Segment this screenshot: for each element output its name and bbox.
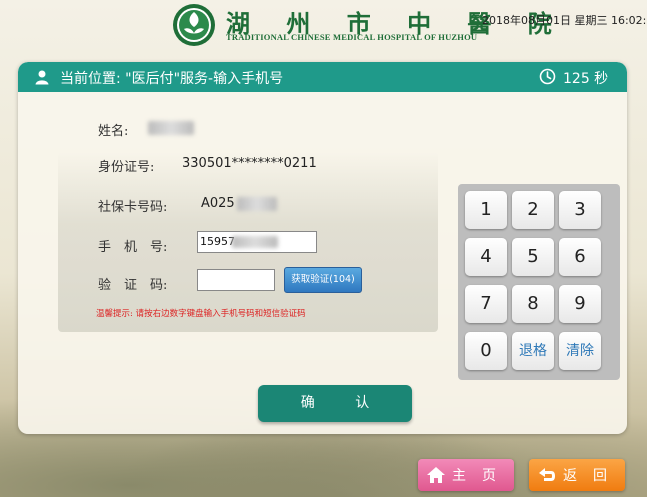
confirm-button[interactable]: 确 认 <box>258 385 412 422</box>
key-5[interactable]: 5 <box>512 238 554 276</box>
main-panel: 当前位置: "医后付"服务-输入手机号 125 秒 姓名: 身份证号: 3305… <box>18 62 627 434</box>
key-7[interactable]: 7 <box>465 285 507 323</box>
name-label: 姓名: <box>98 124 129 139</box>
clear-key[interactable]: 清除 <box>559 332 601 370</box>
key-0[interactable]: 0 <box>465 332 507 370</box>
verification-code-input[interactable] <box>197 269 275 291</box>
key-4[interactable]: 4 <box>465 238 507 276</box>
key-8[interactable]: 8 <box>512 285 554 323</box>
page-title: 当前位置: "医后付"服务-输入手机号 <box>60 71 284 87</box>
backspace-key[interactable]: 退格 <box>512 332 554 370</box>
back-button-label: 返回 <box>563 468 623 484</box>
phone-redacted <box>232 236 278 248</box>
user-icon <box>35 70 49 85</box>
social-security-label: 社保卡号码: <box>98 200 168 215</box>
home-icon <box>427 467 445 483</box>
hospital-logo-icon <box>173 4 215 46</box>
back-button[interactable]: 返回 <box>529 459 625 491</box>
clock-icon <box>539 68 556 85</box>
key-3[interactable]: 3 <box>559 191 601 229</box>
get-code-button[interactable]: 获取验证(104) <box>284 267 362 293</box>
return-arrow-icon <box>539 468 555 481</box>
datetime: 2018年08月01日 星期三 16:02:23 <box>482 14 647 27</box>
home-button[interactable]: 主页 <box>418 459 514 491</box>
countdown-timer: 125 秒 <box>563 71 609 87</box>
hint-text: 温馨提示: 请按右边数字键盘输入手机号码和短信验证码 <box>96 309 306 319</box>
phone-input-value: 15957 <box>200 235 235 248</box>
id-label: 身份证号: <box>98 160 155 175</box>
code-label: 验 证 码: <box>98 278 168 293</box>
home-button-label: 主页 <box>452 468 512 484</box>
social-security-redacted <box>237 197 277 211</box>
phone-label: 手 机 号: <box>98 240 168 255</box>
key-6[interactable]: 6 <box>559 238 601 276</box>
social-security-value: A025 <box>201 196 235 211</box>
key-9[interactable]: 9 <box>559 285 601 323</box>
name-value-redacted <box>148 121 194 135</box>
hospital-name-en: TRADITIONAL CHINESE MEDICAL HOSPITAL OF … <box>226 32 478 42</box>
id-value: 330501********0211 <box>182 156 317 171</box>
key-1[interactable]: 1 <box>465 191 507 229</box>
header: 湖 州 市 中 醫 院 TRADITIONAL CHINESE MEDICAL … <box>0 0 647 50</box>
titlebar: 当前位置: "医后付"服务-输入手机号 125 秒 <box>18 62 627 92</box>
numeric-keypad: 1 2 3 4 5 6 7 8 9 0 退格 清除 <box>458 184 620 380</box>
key-2[interactable]: 2 <box>512 191 554 229</box>
